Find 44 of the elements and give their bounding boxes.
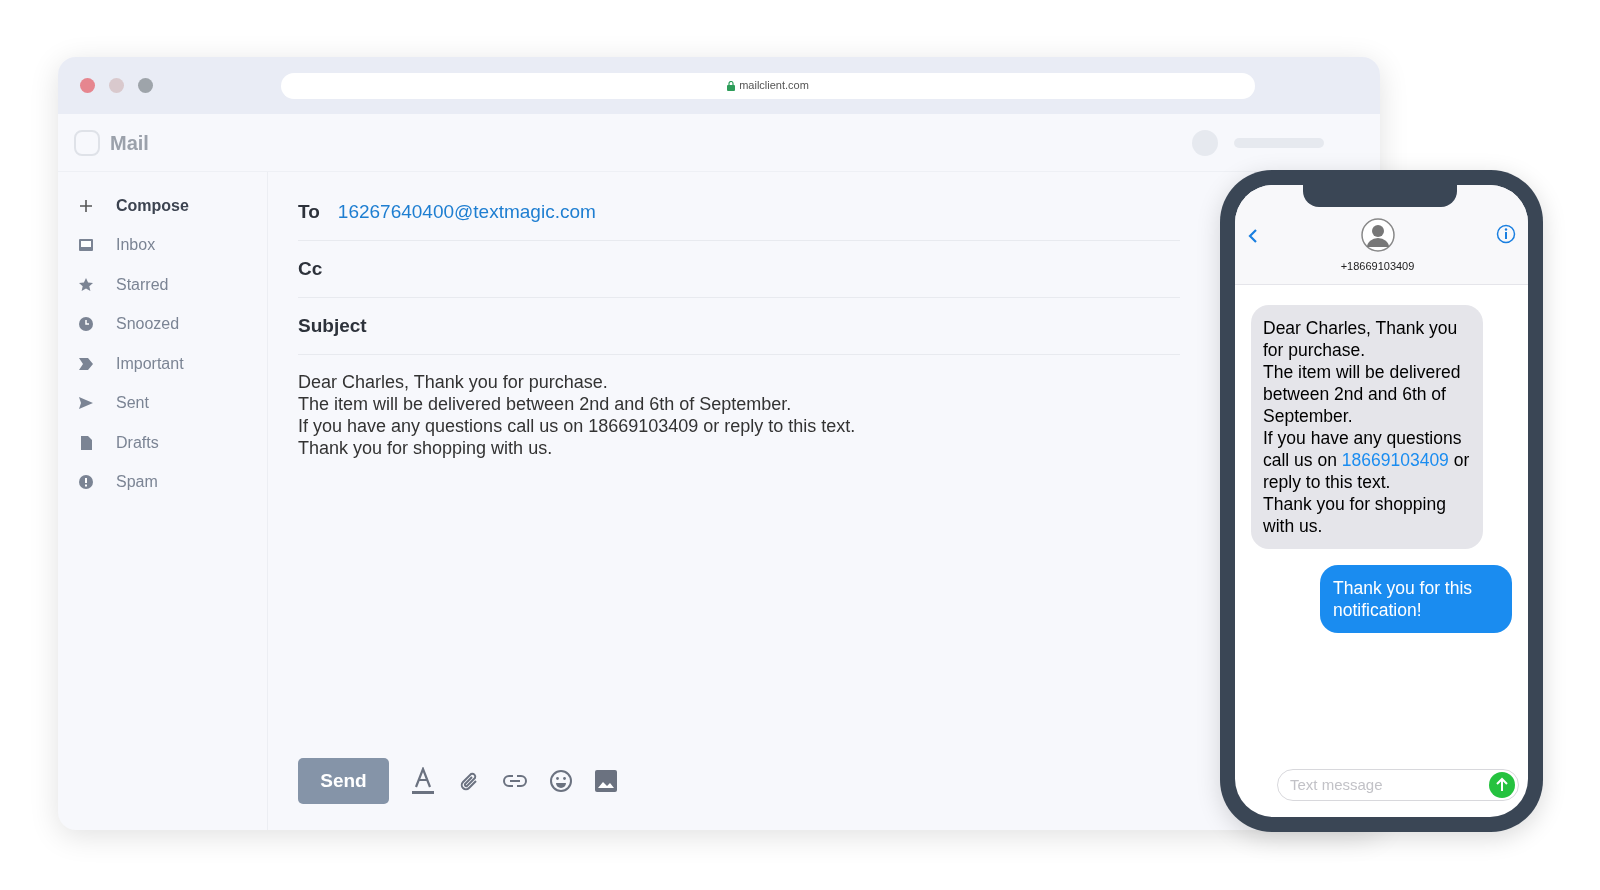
field-label: To xyxy=(298,199,320,224)
close-window-icon[interactable] xyxy=(80,78,95,93)
info-icon[interactable] xyxy=(1496,224,1516,244)
image-icon[interactable] xyxy=(595,770,617,792)
alert-icon xyxy=(78,474,94,491)
field-label: Subject xyxy=(298,313,367,338)
contact-number: +18669103409 xyxy=(1340,258,1415,274)
phone-number-link[interactable]: 18669103409 xyxy=(1341,450,1449,470)
star-icon xyxy=(78,276,94,293)
sidebar-item[interactable]: Inbox xyxy=(58,225,267,265)
outgoing-message-bubble: Thank you for this notification! xyxy=(1320,565,1512,633)
document-icon xyxy=(78,434,94,451)
address-text: mailclient.com xyxy=(739,78,809,94)
sidebar-item[interactable]: Important xyxy=(58,344,267,384)
mail-logo-icon xyxy=(74,129,100,156)
compose-field[interactable]: Cc xyxy=(298,241,1180,298)
sidebar-item[interactable]: Drafts xyxy=(58,423,267,463)
sidebar-item[interactable]: Spam xyxy=(58,462,267,502)
inbox-icon xyxy=(78,237,94,254)
text-message-input[interactable]: Text message xyxy=(1290,773,1489,797)
clock-icon xyxy=(78,316,94,333)
message-body[interactable]: Dear Charles, Thank you for purchase. The item will be delivered between 2nd and 6th of September. If you have any questions call us on 18669103409 or reply to this text. Thank you for shopping with us. xyxy=(298,371,1180,459)
address-bar[interactable]: mailclient.com xyxy=(281,72,1255,99)
send-icon xyxy=(78,395,94,412)
sidebar-item[interactable]: Sent xyxy=(58,383,267,423)
back-chevron-icon[interactable] xyxy=(1247,228,1259,244)
maximize-window-icon[interactable] xyxy=(138,78,153,93)
compose-field[interactable]: To 16267640400@textmagic.com xyxy=(298,184,1180,241)
sidebar-item[interactable]: Starred xyxy=(58,265,267,305)
recipient-address: 16267640400@textmagic.com xyxy=(337,199,596,224)
contact-avatar-icon xyxy=(1360,217,1395,252)
field-label: Cc xyxy=(298,256,323,281)
plus-icon xyxy=(78,197,94,214)
app-title: Mail xyxy=(110,130,149,156)
sidebar-item[interactable]: Snoozed xyxy=(58,304,267,344)
text-format-icon[interactable] xyxy=(411,767,435,795)
incoming-message-bubble: Dear Charles, Thank you for purchase. The item will be delivered between 2nd and 6th of September. If you have any questions call us on 18669103409 or reply to this text. Thank you for shopping with us. xyxy=(1251,305,1483,549)
compose-field[interactable]: Subject xyxy=(298,298,1180,355)
lock-icon xyxy=(727,80,736,91)
label-icon xyxy=(78,355,94,372)
compose-button[interactable]: Compose xyxy=(58,186,267,226)
link-icon[interactable] xyxy=(503,774,527,788)
emoji-icon[interactable] xyxy=(549,769,573,793)
send-button[interactable]: Send xyxy=(298,758,389,804)
